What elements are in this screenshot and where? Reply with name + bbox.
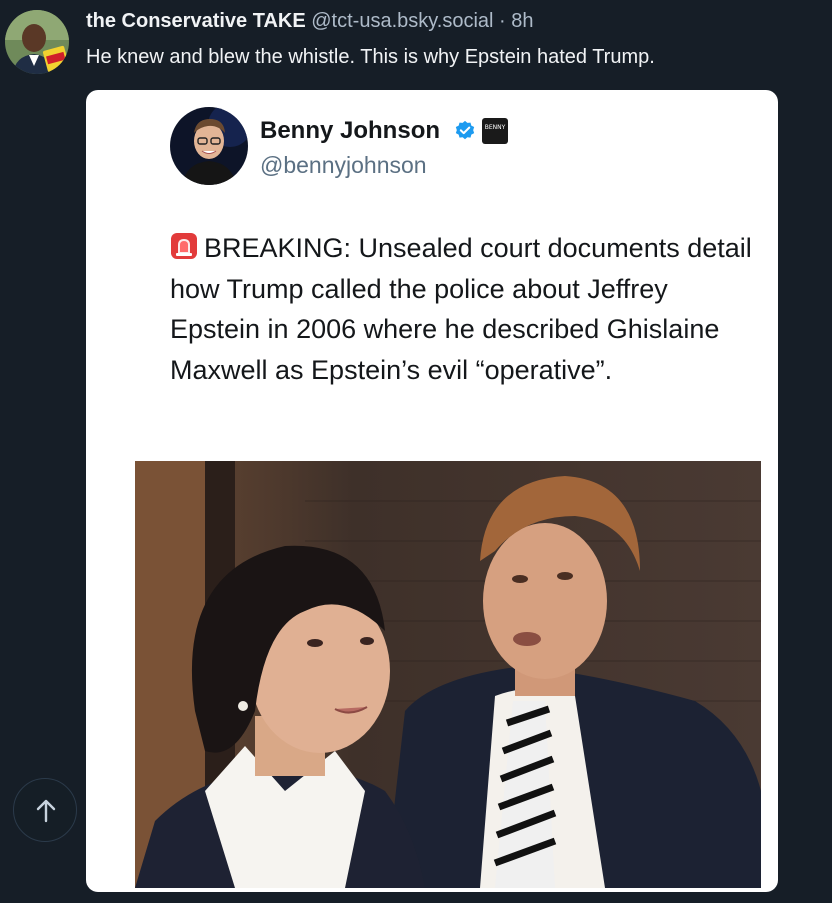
embed-body-text: BREAKING: Unsealed court documents detai… [170, 233, 752, 385]
verified-badge-icon [455, 120, 475, 140]
scroll-to-top-button[interactable] [13, 778, 77, 842]
embed-body: BREAKING: Unsealed court documents detai… [170, 228, 760, 390]
author-name[interactable]: the Conservative TAKE [86, 10, 306, 32]
arrow-up-icon [36, 799, 56, 823]
org-badge-icon: BENNY [482, 118, 508, 144]
author-handle[interactable]: @tct-usa.bsky.social [311, 10, 493, 32]
person-avatar-icon [170, 107, 248, 185]
user-avatar-icon [5, 10, 69, 74]
post-time[interactable]: 8h [511, 10, 533, 32]
author-avatar[interactable] [5, 10, 69, 74]
embed-avatar [170, 107, 248, 185]
siren-emoji-icon [171, 233, 197, 259]
embed-author-name: Benny Johnson [260, 117, 441, 144]
photo-image [135, 461, 761, 888]
post-text: He knew and blew the whistle. This is wh… [86, 46, 655, 68]
org-badge-text: BENNY [484, 124, 506, 131]
embed-photo [135, 461, 761, 888]
author-line: the Conservative TAKE @tct-usa.bsky.soci… [86, 8, 534, 34]
post: the Conservative TAKE @tct-usa.bsky.soci… [0, 0, 832, 903]
separator: · [499, 10, 506, 32]
embed-author-handle: @bennyjohnson [260, 152, 427, 178]
embedded-image[interactable]: Benny Johnson BENNY @bennyjohnson BREAKI… [86, 90, 778, 892]
